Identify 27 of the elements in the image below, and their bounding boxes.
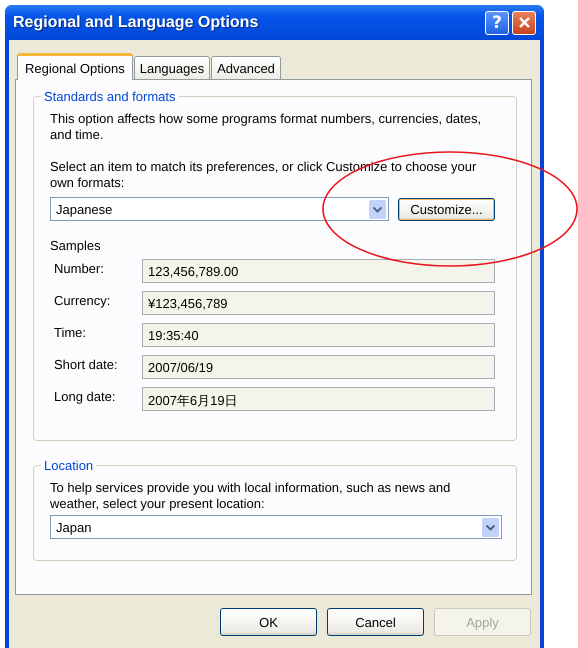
sample-field: ¥123,456,789: [142, 291, 495, 315]
sample-field: 2007/06/19: [142, 355, 495, 379]
group-legend: Location: [41, 458, 96, 473]
sample-field: 2007年6月19日: [142, 387, 495, 411]
format-dropdown[interactable]: Japanese: [50, 197, 389, 221]
close-icon: [518, 16, 530, 29]
close-button[interactable]: [512, 10, 536, 34]
tab[interactable]: Languages: [134, 56, 210, 79]
tab[interactable]: Regional Options: [17, 53, 133, 80]
group-legend: Standards and formats: [41, 89, 179, 104]
dialog-button[interactable]: Cancel: [327, 608, 424, 636]
sample-label: Currency:: [54, 292, 112, 308]
tab[interactable]: Advanced: [211, 56, 281, 79]
sample-label: Time:: [54, 324, 88, 340]
description-text: To help services provide you with local information, such as news and weather, select your present location:: [50, 480, 452, 512]
help-button[interactable]: ?: [485, 10, 509, 34]
sample-field: 123,456,789.00: [142, 259, 495, 283]
customize-button[interactable]: Customize...: [398, 198, 495, 220]
sample-label: Number:: [54, 260, 105, 276]
window-title: Regional and Language Options: [13, 14, 258, 32]
samples-label: Samples: [50, 238, 102, 253]
sample-label: Short date:: [54, 356, 119, 372]
sample-field: 19:35:40: [142, 323, 495, 347]
location-dropdown[interactable]: Japan: [50, 515, 502, 539]
description-text: This option affects how some programs format numbers, currencies, dates, and time.: [50, 111, 482, 143]
dialog-button[interactable]: OK: [220, 608, 317, 636]
sample-label: Long date:: [54, 388, 116, 404]
